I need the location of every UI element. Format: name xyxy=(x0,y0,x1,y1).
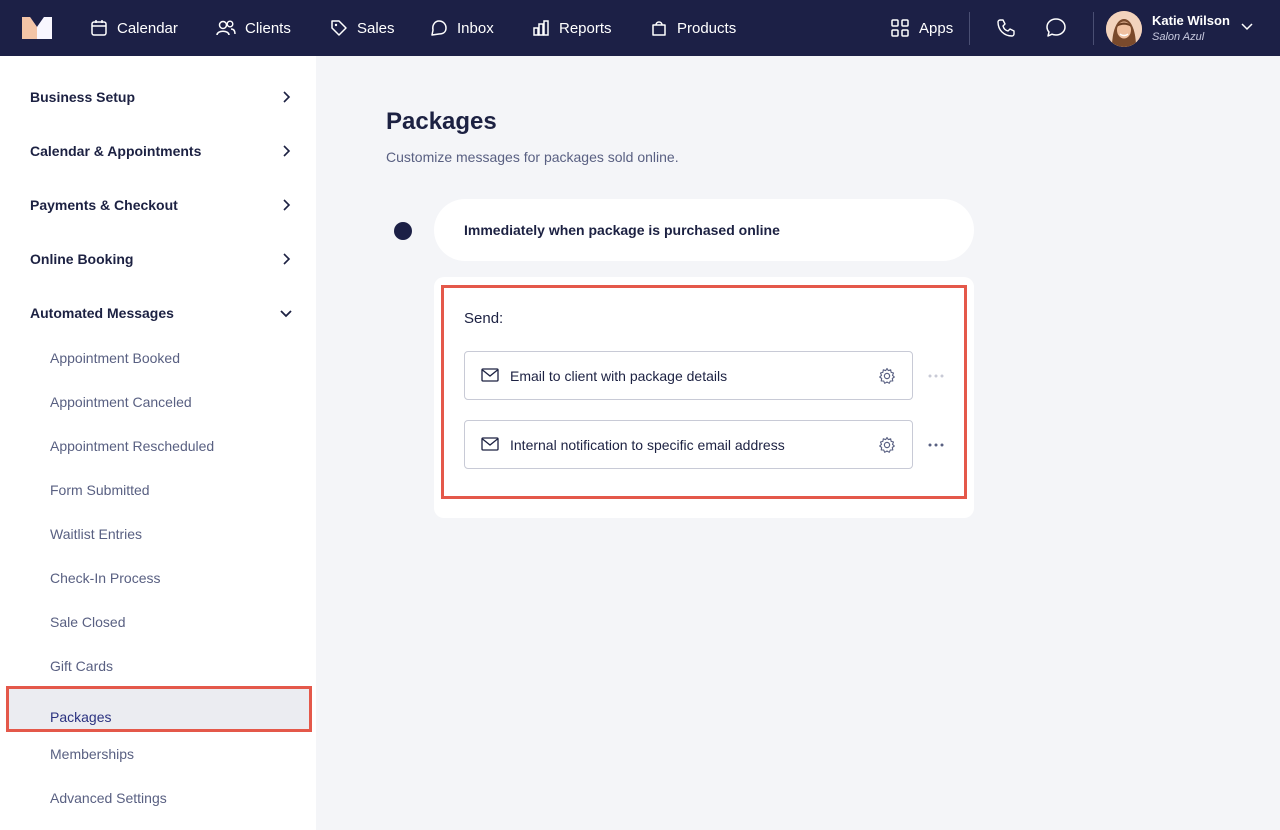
top-navigation: Calendar Clients Sales Inbox Reports Pro… xyxy=(0,0,1280,56)
phone-button[interactable] xyxy=(993,15,1019,41)
sidebar-item-appointment-rescheduled[interactable]: Appointment Rescheduled xyxy=(50,438,214,454)
sidebar-section-payments-checkout[interactable]: Payments & Checkout xyxy=(30,190,292,220)
sidebar-section-calendar-appointments[interactable]: Calendar & Appointments xyxy=(30,136,292,166)
chevron-right-icon xyxy=(283,199,291,211)
nav-products[interactable]: Products xyxy=(650,0,736,56)
sidebar-item-advanced-settings[interactable]: Advanced Settings xyxy=(50,790,167,806)
sidebar-section-label: Business Setup xyxy=(30,89,136,105)
message-row-client-email[interactable]: Email to client with package details xyxy=(464,351,913,400)
chevron-right-icon xyxy=(283,253,291,265)
sidebar-section-label: Automated Messages xyxy=(30,305,174,321)
sidebar-item-packages[interactable]: Packages xyxy=(50,709,111,725)
sidebar-item-waitlist-entries[interactable]: Waitlist Entries xyxy=(50,526,142,542)
nav-apps[interactable]: Apps xyxy=(890,0,953,56)
page-title: Packages xyxy=(386,108,497,135)
user-photo xyxy=(1106,11,1142,47)
nav-divider xyxy=(1093,12,1094,45)
nav-inbox-label: Inbox xyxy=(457,19,494,37)
nav-divider xyxy=(969,12,970,45)
sidebar-section-label: Payments & Checkout xyxy=(30,197,178,213)
mail-icon xyxy=(481,368,499,382)
nav-inbox[interactable]: Inbox xyxy=(430,0,494,56)
timeline-dot xyxy=(394,222,412,240)
settings-sidebar: Business Setup Calendar & Appointments P… xyxy=(0,56,316,830)
user-business: Salon Azul xyxy=(1152,31,1205,43)
reports-icon xyxy=(533,20,549,36)
message-label: Email to client with package details xyxy=(510,367,728,384)
gear-icon[interactable] xyxy=(878,367,896,385)
nav-sales-label: Sales xyxy=(357,19,395,37)
chat-icon xyxy=(1046,18,1066,37)
apps-grid-icon xyxy=(891,19,909,37)
chat-button[interactable] xyxy=(1043,15,1069,41)
chevron-right-icon xyxy=(283,145,291,157)
more-options-button[interactable] xyxy=(926,366,946,386)
sidebar-section-label: Calendar & Appointments xyxy=(30,143,202,159)
sidebar-item-appointment-booked[interactable]: Appointment Booked xyxy=(50,350,180,366)
sidebar-item-gift-cards[interactable]: Gift Cards xyxy=(50,658,113,674)
sidebar-item-memberships[interactable]: Memberships xyxy=(50,746,134,762)
ellipsis-icon xyxy=(928,443,944,447)
more-options-button[interactable] xyxy=(926,435,946,455)
sidebar-section-automated-messages[interactable]: Automated Messages xyxy=(30,298,292,328)
ellipsis-icon xyxy=(928,374,944,378)
calendar-icon xyxy=(91,20,107,36)
sidebar-item-appointment-canceled[interactable]: Appointment Canceled xyxy=(50,394,192,410)
gear-icon[interactable] xyxy=(878,436,896,454)
logo-icon[interactable] xyxy=(22,17,52,39)
chevron-down-icon[interactable] xyxy=(1240,20,1254,34)
chevron-right-icon xyxy=(283,91,291,103)
phone-icon xyxy=(997,19,1015,37)
sidebar-section-business-setup[interactable]: Business Setup xyxy=(30,82,292,112)
nav-reports-label: Reports xyxy=(559,19,612,37)
bag-icon xyxy=(652,21,666,36)
nav-apps-label: Apps xyxy=(919,19,954,37)
nav-clients[interactable]: Clients xyxy=(216,0,291,56)
message-label: Internal notification to specific email … xyxy=(510,436,785,453)
nav-sales[interactable]: Sales xyxy=(330,0,395,56)
sidebar-item-sale-closed[interactable]: Sale Closed xyxy=(50,614,126,630)
message-row-internal-notification[interactable]: Internal notification to specific email … xyxy=(464,420,913,469)
send-label: Send: xyxy=(464,310,504,327)
nav-calendar-label: Calendar xyxy=(117,19,178,37)
sidebar-item-form-submitted[interactable]: Form Submitted xyxy=(50,482,150,498)
nav-products-label: Products xyxy=(677,19,737,37)
chevron-down-icon xyxy=(280,310,292,318)
trigger-card: Immediately when package is purchased on… xyxy=(434,199,974,261)
inbox-icon xyxy=(431,20,447,36)
avatar[interactable] xyxy=(1106,11,1142,47)
user-name[interactable]: Katie Wilson xyxy=(1152,13,1230,28)
nav-reports[interactable]: Reports xyxy=(532,0,612,56)
sidebar-section-online-booking[interactable]: Online Booking xyxy=(30,244,292,274)
page-subtitle: Customize messages for packages sold onl… xyxy=(386,149,679,165)
sidebar-section-label: Online Booking xyxy=(30,251,134,267)
trigger-label: Immediately when package is purchased on… xyxy=(464,222,780,238)
clients-icon xyxy=(216,20,236,36)
nav-calendar[interactable]: Calendar xyxy=(90,0,178,56)
nav-clients-label: Clients xyxy=(245,19,291,37)
tag-icon xyxy=(331,20,347,36)
mail-icon xyxy=(481,437,499,451)
sidebar-item-check-in-process[interactable]: Check-In Process xyxy=(50,570,160,586)
